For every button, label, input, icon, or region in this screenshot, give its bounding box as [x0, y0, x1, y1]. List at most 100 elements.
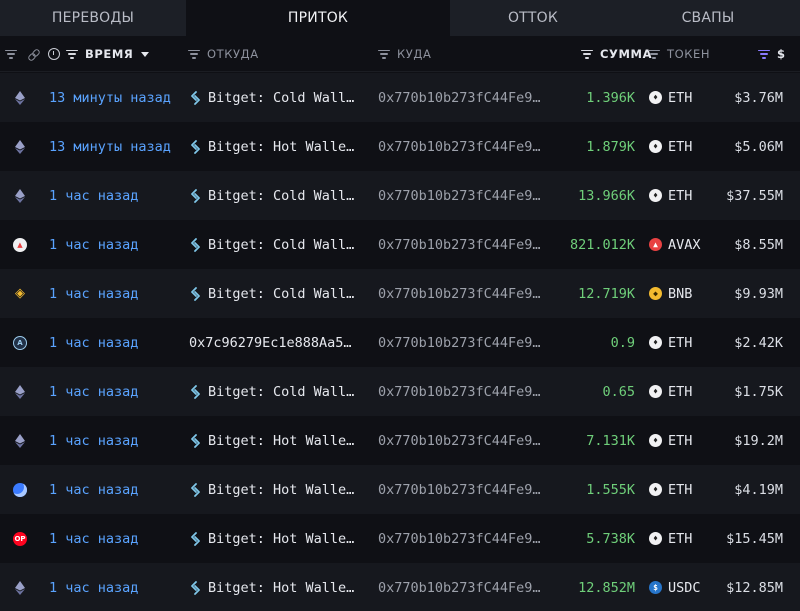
table-row[interactable]: 1 час назад Bitget: Cold Wall… 0x770b10b27… — [0, 171, 800, 220]
to-address[interactable]: 0x770b10b273fC44Fe9… — [378, 416, 541, 465]
table-row[interactable]: ▲ 1 час назад Bitget: Cold Wall… 0x770b10b2… — [0, 220, 800, 269]
from-address[interactable]: 0x7c96279Ec1e888Aa5… — [189, 318, 352, 367]
time-link[interactable]: 1 час назад — [49, 220, 138, 269]
from-header[interactable]: ОТКУДА — [188, 36, 259, 72]
from-label: 0x7c96279Ec1e888Aa5… — [189, 334, 352, 351]
token-cell[interactable]: ♦ ETH — [649, 465, 692, 514]
filter-icon[interactable] — [188, 49, 200, 59]
bnb-token-icon: ◆ — [649, 287, 662, 300]
time-header[interactable]: ВРЕМЯ — [48, 36, 150, 72]
token-header[interactable]: ТОКЕН — [648, 36, 710, 72]
table-row[interactable]: 13 минуты назад Bitget: Cold Wall… 0x770b1… — [0, 73, 800, 122]
link-icon[interactable] — [28, 49, 39, 60]
to-address[interactable]: 0x770b10b273fC44Fe9… — [378, 563, 541, 611]
to-address[interactable]: 0x770b10b273fC44Fe9… — [378, 514, 541, 563]
table-row[interactable]: 1 час назад Bitget: Hot Walle… 0x770b10b27… — [0, 465, 800, 514]
usd-header[interactable]: $ — [758, 36, 786, 72]
from-address[interactable]: Bitget: Hot Walle… — [189, 416, 354, 465]
filter-icon[interactable] — [581, 49, 593, 59]
filter-icon[interactable] — [378, 49, 390, 59]
from-address[interactable]: Bitget: Hot Walle… — [189, 122, 354, 171]
eth-token-icon: ♦ — [649, 140, 662, 153]
to-address[interactable]: 0x770b10b273fC44Fe9… — [378, 465, 541, 514]
transfer-icon — [191, 90, 200, 105]
time-link[interactable]: 1 час назад — [49, 318, 138, 367]
from-address[interactable]: Bitget: Cold Wall… — [189, 220, 354, 269]
token-cell[interactable]: ♦ ETH — [649, 171, 692, 220]
filter-icon[interactable] — [5, 49, 17, 59]
table-header: ВРЕМЯ ОТКУДА КУДА СУММА ТОКЕН $ — [0, 36, 800, 72]
chain-cell — [10, 171, 30, 220]
table-row[interactable]: 1 час назад Bitget: Hot Walle… 0x770b10b27… — [0, 563, 800, 611]
from-label: Bitget: Hot Walle… — [208, 530, 355, 547]
token-cell[interactable]: ♦ ETH — [649, 367, 692, 416]
to-header[interactable]: КУДА — [378, 36, 431, 72]
chain-cell: ▲ — [10, 220, 30, 269]
from-address[interactable]: Bitget: Hot Walle… — [189, 514, 354, 563]
table-row[interactable]: A 1 час назад 0x7c96279Ec1e888Aa5… 0x770b10… — [0, 318, 800, 367]
time-link[interactable]: 1 час назад — [49, 416, 138, 465]
from-label: Bitget: Cold Wall… — [208, 236, 355, 253]
token-cell[interactable]: ◆ BNB — [649, 269, 692, 318]
to-address[interactable]: 0x770b10b273fC44Fe9… — [378, 122, 541, 171]
filter-icon[interactable] — [66, 49, 78, 59]
to-address[interactable]: 0x770b10b273fC44Fe9… — [378, 269, 541, 318]
tab-transfers[interactable]: ПЕРЕВОДЫ — [0, 0, 186, 36]
time-link[interactable]: 1 час назад — [49, 563, 138, 611]
chain-filter-header[interactable] — [5, 36, 39, 72]
token-cell[interactable]: $ USDC — [649, 563, 701, 611]
table-row[interactable]: 13 минуты назад Bitget: Hot Walle… 0x770b1… — [0, 122, 800, 171]
table-row[interactable]: 1 час назад Bitget: Cold Wall… 0x770b10b27… — [0, 367, 800, 416]
from-label: Bitget: Hot Walle… — [208, 481, 355, 498]
tab-outflow[interactable]: ОТТОК — [450, 0, 616, 36]
from-address[interactable]: Bitget: Cold Wall… — [189, 367, 354, 416]
table-row[interactable]: 1 час назад Bitget: Hot Walle… 0x770b10b27… — [0, 416, 800, 465]
amount-value: 1.879K — [586, 138, 635, 155]
usd-header-label: $ — [777, 47, 786, 61]
to-address[interactable]: 0x770b10b273fC44Fe9… — [378, 367, 541, 416]
to-address[interactable]: 0x770b10b273fC44Fe9… — [378, 220, 541, 269]
to-address[interactable]: 0x770b10b273fC44Fe9… — [378, 73, 541, 122]
time-link[interactable]: 1 час назад — [49, 171, 138, 220]
to-address[interactable]: 0x770b10b273fC44Fe9… — [378, 171, 541, 220]
from-address[interactable]: Bitget: Cold Wall… — [189, 171, 354, 220]
time-link[interactable]: 1 час назад — [49, 269, 138, 318]
token-cell[interactable]: ♦ ETH — [649, 514, 692, 563]
avax-token-icon: ▲ — [649, 238, 662, 251]
from-address[interactable]: Bitget: Hot Walle… — [189, 563, 354, 611]
time-link[interactable]: 1 час назад — [49, 465, 138, 514]
amount-value: 0.65 — [602, 383, 635, 400]
amount-value: 5.738K — [586, 530, 635, 547]
time-link[interactable]: 13 минуты назад — [49, 73, 171, 122]
token-symbol: ETH — [668, 383, 693, 400]
token-cell[interactable]: ♦ ETH — [649, 122, 692, 171]
from-address[interactable]: Bitget: Cold Wall… — [189, 73, 354, 122]
time-link[interactable]: 1 час назад — [49, 367, 138, 416]
ethereum-chain-icon — [15, 384, 25, 399]
token-cell[interactable]: ▲ AVAX — [649, 220, 701, 269]
token-cell[interactable]: ♦ ETH — [649, 318, 692, 367]
chain-cell: ◈ — [10, 269, 30, 318]
token-cell[interactable]: ♦ ETH — [649, 73, 692, 122]
to-address[interactable]: 0x770b10b273fC44Fe9… — [378, 318, 541, 367]
amount-header-label: СУММА — [600, 47, 653, 61]
amount-header[interactable]: СУММА — [581, 36, 652, 72]
from-address[interactable]: Bitget: Cold Wall… — [189, 269, 354, 318]
filter-icon[interactable] — [648, 49, 660, 59]
usd-value: $37.55M — [726, 187, 783, 204]
tab-swaps[interactable]: СВАПЫ — [616, 0, 800, 36]
token-cell[interactable]: ♦ ETH — [649, 416, 692, 465]
to-header-label: КУДА — [397, 47, 432, 61]
table-row[interactable]: ◈ 1 час назад Bitget: Cold Wall… 0x770b10b2… — [0, 269, 800, 318]
table-row[interactable]: OP 1 час назад Bitget: Hot Walle… 0x770b10b… — [0, 514, 800, 563]
eth-token-icon: ♦ — [649, 385, 662, 398]
time-link[interactable]: 13 минуты назад — [49, 122, 171, 171]
chevron-down-icon[interactable] — [141, 51, 150, 57]
transfer-icon — [191, 482, 200, 497]
transfer-icon — [191, 580, 200, 595]
tab-inflow[interactable]: ПРИТОК — [186, 0, 450, 36]
time-link[interactable]: 1 час назад — [49, 514, 138, 563]
chain-cell — [10, 73, 30, 122]
from-address[interactable]: Bitget: Hot Walle… — [189, 465, 354, 514]
filter-icon[interactable] — [758, 49, 770, 59]
